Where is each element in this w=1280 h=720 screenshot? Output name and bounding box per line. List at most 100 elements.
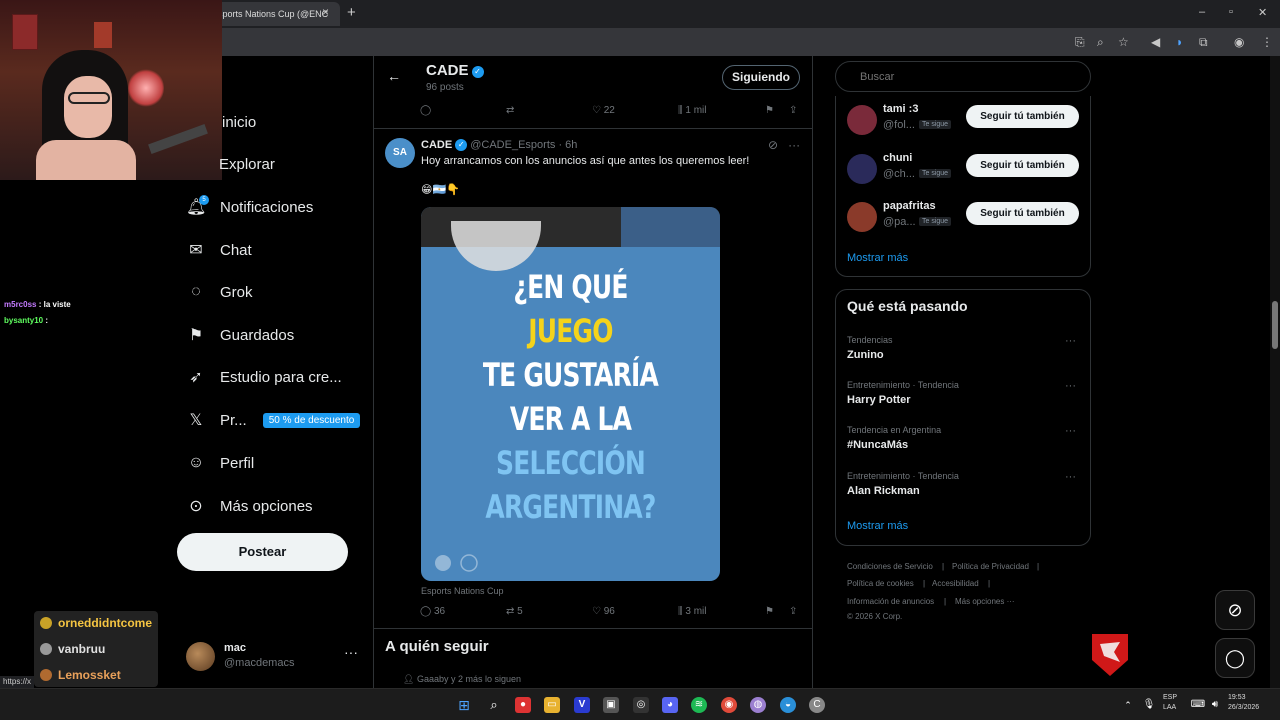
discord-icon[interactable]: ◕ [662, 697, 678, 713]
search-icon[interactable]: ⌕ [486, 697, 502, 713]
footer-link[interactable]: Política de Privacidad [952, 562, 1029, 571]
page-scrollbar[interactable] [1270, 56, 1280, 688]
audio-icon[interactable]: ◀ [1151, 35, 1160, 49]
nav-item-explorar[interactable]: Explorar [219, 149, 275, 179]
nav-item-guardados[interactable]: ⚑ Guardados [186, 320, 294, 350]
windows-start-icon[interactable]: ⊞ [456, 697, 472, 713]
bookmark-icon[interactable]: ⚑ [765, 105, 774, 116]
obs-icon[interactable]: ◎ [633, 697, 649, 713]
nav-item-inicio[interactable]: inicio [222, 107, 256, 137]
badge-icon [40, 643, 52, 655]
show-more-link[interactable]: Mostrar más [847, 252, 908, 264]
more-icon[interactable]: ··· [1065, 335, 1076, 347]
prev-tweet-actions: ◯ ⇄ ♡ 22 ⫼ 1 mil ⚑ ⇪ [420, 105, 800, 121]
like-button[interactable]: ♡ 96 [592, 606, 615, 617]
image-caption[interactable]: Esports Nations Cup [421, 586, 504, 596]
nav-item-perfil[interactable]: ☺ Perfil [186, 448, 254, 478]
share-icon[interactable]: ⇪ [789, 606, 797, 617]
follow-back-button[interactable]: Seguir tú también [966, 154, 1079, 177]
footer-link[interactable]: Condiciones de Servicio [847, 562, 933, 571]
post-button[interactable]: Postear [177, 533, 348, 571]
scroll-thumb[interactable] [1272, 301, 1278, 349]
nav-item-mas-opciones[interactable]: ⊙ Más opciones [186, 491, 312, 521]
reply-icon[interactable]: ◯ [420, 105, 431, 116]
grok-float-button[interactable]: ⊘ [1215, 590, 1255, 630]
more-icon[interactable]: ··· [1065, 471, 1076, 483]
follow-back-button[interactable]: Seguir tú también [966, 202, 1079, 225]
like-button[interactable]: ♡ 22 [592, 105, 615, 116]
retweet-icon[interactable]: ⇄ [506, 105, 514, 116]
chrome-icon[interactable]: ◉ [721, 697, 737, 713]
retweet-button[interactable]: ⇄ 5 [506, 606, 523, 617]
tweet-author[interactable]: CADE [421, 139, 452, 151]
suggestion-item[interactable]: tami :3 @fol... Te sigue Seguir tú tambi… [847, 103, 1087, 139]
footer-link[interactable]: Más opciones ··· [955, 597, 1015, 606]
footer-link[interactable]: Accesibilidad [932, 579, 979, 588]
profile-avatar-icon[interactable]: ◉ [1234, 35, 1244, 49]
trend-item[interactable]: Tendencia en Argentina #NuncaMás ··· [847, 425, 1079, 457]
trend-item[interactable]: Entretenimiento · Tendencia Alan Rickman… [847, 471, 1079, 503]
maximize-icon[interactable]: ▫ [1229, 6, 1233, 18]
bookmark-icon[interactable]: ⚑ [765, 606, 774, 617]
volume-icon[interactable]: 🔊︎ [1207, 697, 1223, 713]
nav-item-premium[interactable]: 𝕏 Pr... 50 % de descuento [186, 405, 361, 435]
edge-icon[interactable]: ◒ [780, 697, 796, 713]
file-explorer-icon[interactable]: ▭ [544, 697, 560, 713]
share-icon[interactable]: ⇪ [789, 105, 797, 116]
language-indicator[interactable]: ESP [1163, 694, 1177, 701]
suggestion-item[interactable]: chuni @ch... Te sigue Seguir tú también [847, 152, 1087, 188]
following-button[interactable]: Siguiendo [722, 65, 800, 90]
nav-item-grok[interactable]: ◌ Grok [186, 277, 252, 307]
messages-float-button[interactable]: ◯ [1215, 638, 1255, 678]
extension-blue-icon[interactable]: ◗ [1176, 35, 1183, 49]
more-icon[interactable]: ··· [344, 644, 358, 660]
follow-back-button[interactable]: Seguir tú también [966, 105, 1079, 128]
grok-icon[interactable]: ⊘ [768, 138, 778, 152]
tab-close-icon[interactable]: × [322, 5, 329, 19]
star-icon[interactable]: ☆ [1118, 35, 1129, 49]
more-icon[interactable]: ··· [1065, 380, 1076, 392]
app-purple-icon[interactable]: ◍ [750, 697, 766, 713]
mic-icon[interactable]: 🎙︎ [1141, 697, 1157, 713]
clock-time[interactable]: 19:53 [1228, 694, 1246, 701]
search-input[interactable] [835, 61, 1091, 92]
app-red-icon[interactable]: ● [515, 697, 531, 713]
more-icon[interactable]: ··· [1065, 425, 1076, 437]
stream-chat-line: bysanty10 : [4, 316, 48, 325]
network-icon[interactable]: ⌨ [1190, 697, 1206, 713]
footer-link[interactable]: Política de cookies [847, 579, 914, 588]
install-app-icon[interactable]: ⎘ [1075, 35, 1085, 49]
tray-chevron-icon[interactable]: ⌃ [1120, 697, 1136, 713]
minimize-icon[interactable]: – [1199, 6, 1205, 18]
spotify-icon[interactable]: ≋ [691, 697, 707, 713]
extensions-icon[interactable]: ⧉ [1199, 35, 1208, 49]
views-button[interactable]: ⫼ 1 mil [678, 105, 707, 116]
trend-item[interactable]: Tendencias Zunino ··· [847, 335, 1079, 367]
trend-item[interactable]: Entretenimiento · Tendencia Harry Potter… [847, 380, 1079, 412]
close-window-icon[interactable]: ✕ [1258, 6, 1267, 19]
reply-button[interactable]: ◯ 36 [420, 606, 445, 617]
new-tab-icon[interactable]: + [347, 4, 356, 21]
tweet-time[interactable]: · 6h [558, 139, 577, 151]
browser-tab[interactable]: sports Nations Cup (@ENC [210, 2, 340, 26]
tweet-image[interactable]: ¿EN QUÉ JUEGO TE GUSTARÍA VER A LA SELEC… [421, 207, 720, 581]
account-switcher[interactable]: mac @macdemacs ··· [186, 640, 362, 674]
app-gray-icon[interactable]: ▣ [603, 697, 619, 713]
nav-item-estudio[interactable]: ➶ Estudio para cre... [186, 362, 341, 392]
views-button[interactable]: ⫼ 3 mil [678, 606, 707, 617]
more-icon[interactable]: ··· [788, 138, 800, 152]
nav-item-chat[interactable]: ✉︎ Chat [186, 235, 251, 265]
x-logo-icon: 𝕏 [189, 412, 203, 429]
app-c-icon[interactable]: C [809, 697, 825, 713]
view-count: 3 mil [685, 606, 707, 617]
suggestion-item[interactable]: papafritas @pa... Te sigue Seguir tú tam… [847, 200, 1087, 236]
show-more-trends-link[interactable]: Mostrar más [847, 520, 908, 532]
zoom-icon[interactable]: ⌕ [1097, 35, 1104, 49]
tweet-avatar[interactable]: SA [385, 138, 415, 168]
avatar [847, 202, 877, 232]
tweet-handle[interactable]: @CADE_Esports [470, 139, 555, 151]
footer-link[interactable]: Información de anuncios [847, 597, 934, 606]
menu-icon[interactable]: ⋮ [1261, 35, 1273, 49]
app-v-icon[interactable]: V [574, 697, 590, 713]
back-arrow-icon[interactable]: ← [387, 68, 401, 84]
